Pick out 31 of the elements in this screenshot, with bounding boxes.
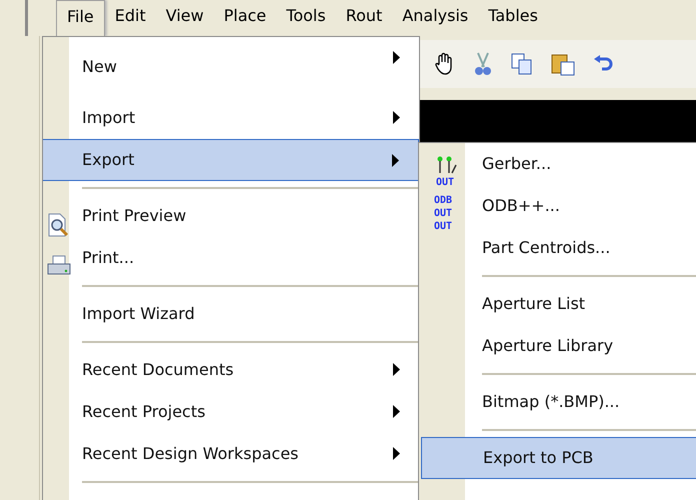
submenu-arrow-icon [393, 111, 401, 124]
copy-icon[interactable] [510, 52, 534, 76]
menu-bar-item[interactable]: Tools [276, 0, 336, 36]
menu-item[interactable]: Recent Design Workspaces [43, 433, 419, 475]
menu-item[interactable]: Import Wizard [43, 293, 419, 335]
menu-bar-item[interactable]: Rout [336, 0, 392, 36]
menu-item[interactable]: Export to PCB [421, 437, 696, 479]
menu-item[interactable]: Aperture Library [419, 325, 696, 367]
menu-item[interactable]: Export [43, 139, 419, 181]
print-preview-icon [46, 212, 70, 238]
menu-bar-item[interactable]: Edit [104, 0, 156, 36]
menu-bar-item[interactable]: View [156, 0, 214, 36]
menu-bar-item[interactable]: Tables [478, 0, 548, 36]
cut-icon[interactable] [472, 51, 494, 77]
submenu-arrow-icon [393, 405, 401, 418]
menu-bar-item[interactable]: Analysis [392, 0, 478, 36]
menu-item[interactable]: New [43, 37, 419, 97]
menu-item[interactable]: Aperture List [419, 283, 696, 325]
menu-item[interactable]: Print... [43, 237, 419, 279]
submenu-arrow-icon [393, 447, 401, 460]
menu-item[interactable]: OUT Gerber... [419, 143, 696, 185]
submenu-arrow-icon [392, 154, 400, 167]
menu-item[interactable]: Recent Documents [43, 349, 419, 391]
menu-bar-item[interactable]: Place [214, 0, 276, 36]
menu-item[interactable]: Recent Projects [43, 391, 419, 433]
menu-bar-item[interactable]: File [56, 0, 105, 36]
submenu-arrow-icon [393, 363, 401, 376]
menu-item[interactable]: Import [43, 97, 419, 139]
menu-item[interactable]: Print Preview [43, 195, 419, 237]
submenu-arrow-icon [393, 51, 401, 64]
menu-item[interactable]: Bitmap (*.BMP)... [419, 381, 696, 423]
